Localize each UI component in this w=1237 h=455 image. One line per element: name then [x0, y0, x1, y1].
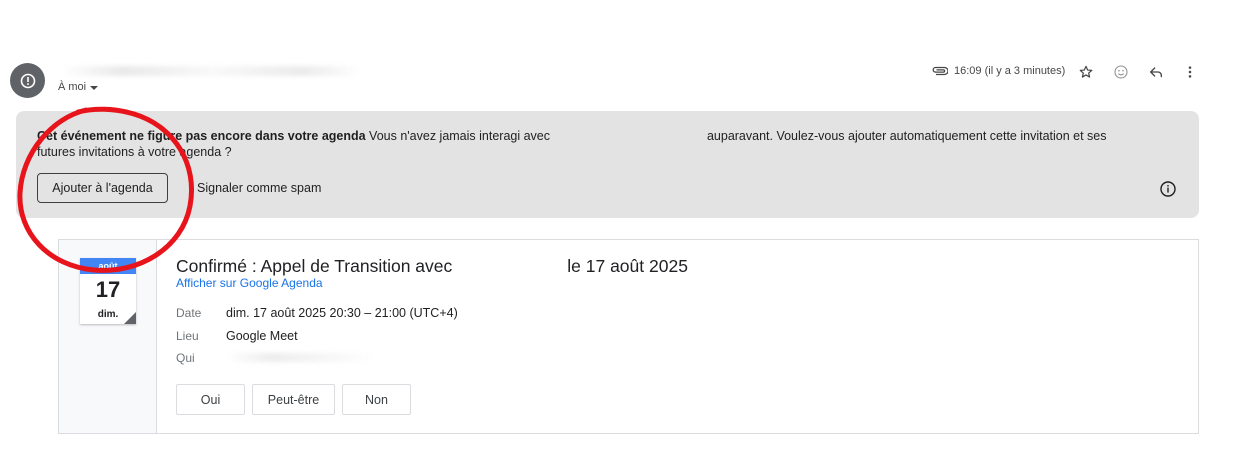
emoji-reaction-button[interactable]: [1110, 61, 1132, 83]
paperclip-icon: [932, 66, 948, 76]
page-fold-icon: [124, 312, 136, 324]
info-icon[interactable]: [1159, 180, 1177, 198]
rsvp-maybe-button[interactable]: Peut-être: [252, 384, 335, 415]
star-icon: [1079, 65, 1093, 78]
reply-icon: [1150, 67, 1162, 78]
star-button[interactable]: [1075, 61, 1097, 83]
message-timestamp: 16:09 (il y a 3 minutes): [954, 65, 1066, 77]
report-spam-link[interactable]: Signaler comme spam: [197, 181, 321, 195]
date-label: Date: [176, 306, 202, 320]
reply-button[interactable]: [1145, 61, 1167, 83]
sender-avatar[interactable]: [10, 63, 45, 98]
location-value: Google Meet: [226, 329, 298, 343]
alert-icon: [20, 73, 35, 88]
date-value: dim. 17 août 2025 20:30 – 21:00 (UTC+4): [226, 306, 458, 320]
add-to-calendar-button[interactable]: Ajouter à l'agenda: [37, 173, 168, 203]
calendar-month: août: [80, 258, 136, 274]
emoji-icon: [1114, 65, 1128, 79]
sender-name-redacted: [62, 66, 362, 76]
more-options-button[interactable]: [1179, 61, 1201, 83]
who-label: Qui: [176, 351, 195, 365]
rsvp-no-button[interactable]: Non: [342, 384, 411, 415]
event-title-part2: le 17 août 2025: [567, 256, 688, 276]
chevron-down-icon: [90, 85, 99, 90]
calendar-day: 17: [95, 277, 121, 302]
message-meta: 16:09 (il y a 3 minutes): [932, 63, 1065, 79]
event-title-part1: Confirmé : Appel de Transition avec: [176, 256, 453, 276]
more-vert-icon: [1188, 66, 1192, 78]
recipient-label: À moi: [58, 81, 87, 93]
recipient-dropdown[interactable]: À moi: [58, 81, 99, 93]
banner-title: Cet événement ne figure pas encore dans …: [37, 129, 366, 143]
banner-text-part1: Vous n'avez jamais interagi avec: [365, 129, 554, 143]
location-label: Lieu: [176, 329, 199, 343]
event-title: Confirmé : Appel de Transition avec le 17…: [176, 256, 688, 277]
view-in-calendar-link[interactable]: Afficher sur Google Agenda: [176, 276, 323, 290]
rsvp-yes-button[interactable]: Oui: [176, 384, 245, 415]
calendar-date-icon: août 17 dim.: [80, 258, 136, 324]
attendees-redacted: [226, 353, 376, 362]
banner-message: Cet événement ne figure pas encore dans …: [37, 128, 1137, 160]
